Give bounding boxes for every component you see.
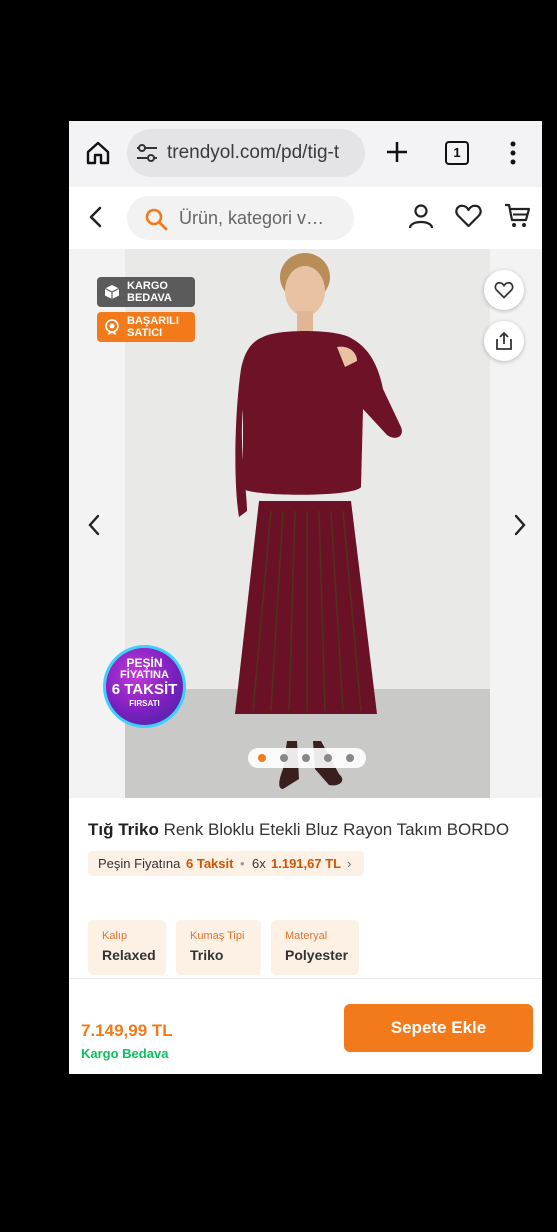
installment-highlight: 6 Taksit bbox=[186, 856, 234, 871]
successful-seller-badge: BAŞARILI SATICI bbox=[97, 312, 195, 342]
attribute-key: Materyal bbox=[285, 930, 328, 942]
installment-prefix: Peşin Fiyatına bbox=[98, 856, 181, 871]
installment-amount: 1.191,67 TL bbox=[271, 856, 342, 871]
home-icon[interactable] bbox=[85, 140, 111, 166]
add-to-cart-button[interactable]: Sepete Ekle bbox=[344, 1004, 533, 1052]
new-tab-icon[interactable] bbox=[385, 140, 409, 164]
attribute-value: Polyester bbox=[285, 947, 349, 963]
chevron-left-icon[interactable] bbox=[87, 514, 101, 536]
award-icon bbox=[105, 319, 119, 335]
share-button[interactable] bbox=[484, 321, 524, 361]
attribute-material: Materyal Polyester bbox=[271, 920, 359, 975]
chevron-right-icon[interactable] bbox=[513, 514, 527, 536]
search-input[interactable]: Ürün, kategori v… bbox=[127, 196, 354, 240]
cart-icon[interactable] bbox=[504, 202, 531, 229]
product-image-gallery[interactable]: KARGO BEDAVA BAŞARILI SATICI PEŞİN FİYAT… bbox=[69, 249, 542, 798]
product-price: 7.149,99 TL bbox=[81, 1021, 173, 1040]
product-name: Renk Bloklu Etekli Bluz Rayon Takım BORD… bbox=[163, 820, 510, 839]
attribute-fabric-type: Kumaş Tipi Triko bbox=[176, 920, 261, 975]
image-pagination bbox=[248, 748, 366, 768]
box-icon bbox=[104, 285, 120, 299]
back-icon[interactable] bbox=[87, 205, 105, 229]
attribute-key: Kumaş Tipi bbox=[190, 930, 245, 942]
tab-count-button[interactable]: 1 bbox=[445, 141, 469, 165]
badge-seller-line2: SATICI bbox=[127, 327, 163, 339]
installment-separator: • bbox=[240, 856, 245, 871]
favorites-icon[interactable] bbox=[455, 204, 482, 228]
pagination-dot[interactable] bbox=[258, 754, 266, 762]
share-icon bbox=[496, 332, 512, 350]
pagination-dot[interactable] bbox=[280, 754, 288, 762]
installment-count: 6x bbox=[252, 856, 266, 871]
promo-line2: FİYATINA bbox=[120, 669, 169, 681]
promo-line1: PEŞİN bbox=[126, 656, 163, 670]
pagination-dot[interactable] bbox=[324, 754, 332, 762]
more-vert-icon[interactable] bbox=[509, 141, 517, 165]
attribute-value: Triko bbox=[190, 947, 224, 963]
user-icon[interactable] bbox=[408, 203, 434, 229]
brand-name[interactable]: Tığ Triko bbox=[88, 820, 159, 839]
chevron-right-icon: › bbox=[347, 856, 352, 871]
free-shipping-label: Kargo Bedava bbox=[81, 1046, 169, 1061]
tune-icon[interactable] bbox=[136, 143, 158, 163]
url-text: trendyol.com/pd/tig-t bbox=[167, 142, 340, 163]
heart-icon bbox=[494, 281, 514, 299]
attribute-fit: Kalıp Relaxed bbox=[88, 920, 166, 975]
add-to-favorites-button[interactable] bbox=[484, 270, 524, 310]
app-header: Ürün, kategori v… bbox=[69, 187, 542, 250]
bottom-purchase-bar: 7.149,99 TL Kargo Bedava Sepete Ekle bbox=[69, 978, 542, 1074]
pagination-dot[interactable] bbox=[346, 754, 354, 762]
attribute-key: Kalıp bbox=[102, 930, 128, 942]
badge-cargo-line2: BEDAVA bbox=[127, 292, 172, 304]
pagination-dot[interactable] bbox=[302, 754, 310, 762]
search-icon bbox=[145, 208, 168, 231]
product-title: Tığ Triko Renk Bloklu Etekli Bluz Rayon … bbox=[88, 820, 509, 840]
installment-info[interactable]: Peşin Fiyatına 6 Taksit • 6x 1.191,67 TL… bbox=[88, 851, 364, 876]
phone-screen: trendyol.com/pd/tig-t 1 Ürün, kategori v… bbox=[69, 121, 542, 1074]
search-placeholder: Ürün, kategori v… bbox=[179, 208, 325, 228]
badge-cargo-line1: KARGO bbox=[127, 280, 168, 292]
free-shipping-badge: KARGO BEDAVA bbox=[97, 277, 195, 307]
address-bar[interactable]: trendyol.com/pd/tig-t bbox=[127, 129, 365, 177]
promo-line4: FIRSATI bbox=[129, 699, 160, 708]
promo-line3: 6 TAKSİT bbox=[111, 681, 178, 698]
installment-promo-sticker: PEŞİN FİYATINA 6 TAKSİT FIRSATI bbox=[103, 645, 186, 728]
badge-seller-line1: BAŞARILI bbox=[127, 315, 179, 327]
attribute-value: Relaxed bbox=[102, 947, 156, 963]
browser-toolbar: trendyol.com/pd/tig-t 1 bbox=[69, 121, 542, 187]
